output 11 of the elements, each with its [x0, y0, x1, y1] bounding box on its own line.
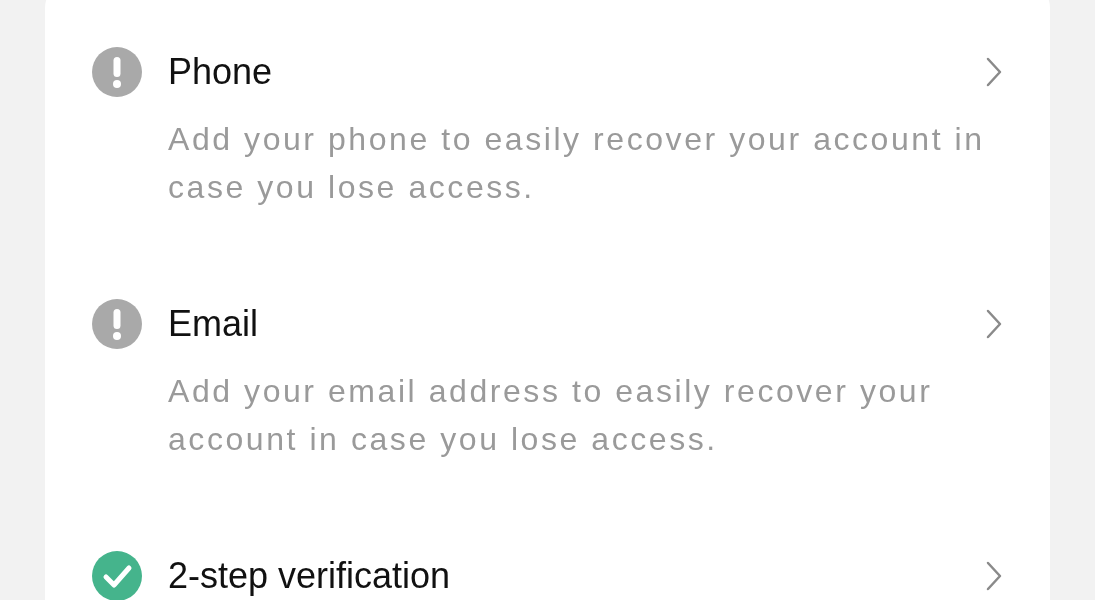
row-description: Add your phone to easily recover your account in case you lose access. — [168, 120, 986, 207]
chevron-right-icon — [986, 57, 1002, 87]
row-description: Add your email address to easily recover your account in case you lose access. — [168, 372, 934, 459]
settings-row[interactable]: Email — [92, 299, 1005, 349]
row-title: Email — [168, 302, 259, 346]
settings-row[interactable]: Phone — [92, 47, 1005, 97]
row-title: 2-step verification — [168, 554, 451, 598]
row-title: Phone — [168, 50, 273, 94]
chevron-right-icon — [986, 309, 1002, 339]
chevron-right-icon — [986, 561, 1002, 591]
settings-row[interactable]: 2-step verification — [92, 551, 1005, 600]
